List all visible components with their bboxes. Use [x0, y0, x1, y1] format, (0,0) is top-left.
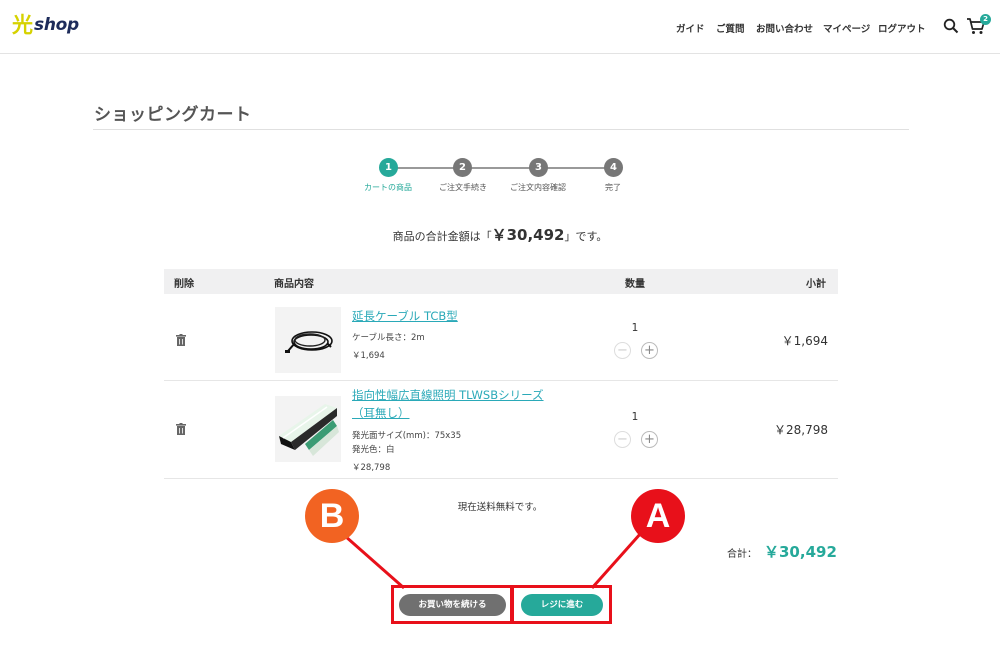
continue-shopping-button[interactable]: お買い物を続ける: [399, 594, 506, 616]
annotation-badge-b: B: [305, 489, 359, 543]
annotation-connectors: [344, 532, 643, 590]
checkout-button[interactable]: レジに進む: [521, 594, 603, 616]
annotation-badge-a: A: [631, 489, 685, 543]
